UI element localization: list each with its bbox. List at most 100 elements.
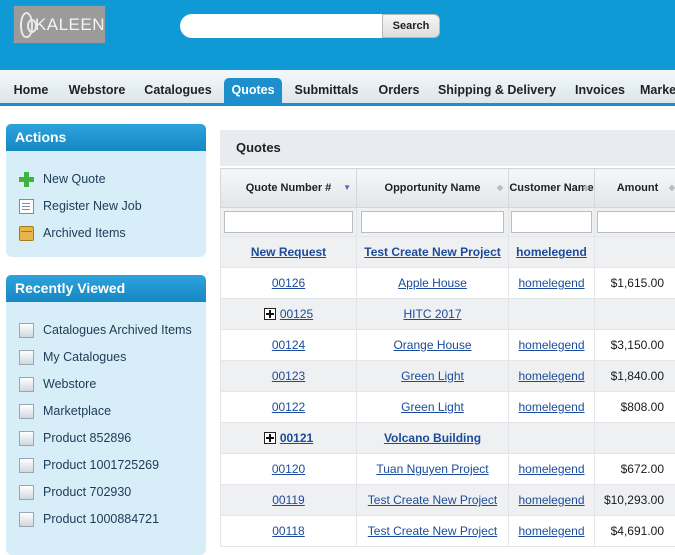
expand-plus-icon[interactable] bbox=[264, 432, 276, 444]
quote-number-link[interactable]: 00124 bbox=[272, 338, 305, 352]
customer-link[interactable]: homelegend bbox=[518, 338, 584, 352]
opportunity-link[interactable]: HITC 2017 bbox=[403, 307, 461, 321]
opportunity-link[interactable]: Green Light bbox=[401, 369, 464, 383]
customer-filter[interactable] bbox=[511, 211, 592, 233]
quotes-table: Quote Number # ▼ Opportunity Name◆ Custom… bbox=[220, 168, 675, 547]
recent-item-label: Catalogues Archived Items bbox=[43, 323, 192, 337]
filter-cell bbox=[509, 208, 595, 237]
register-new-job-label: Register New Job bbox=[43, 199, 142, 213]
archived-items-link[interactable]: Archived Items bbox=[6, 223, 126, 243]
opportunity-cell: HITC 2017 bbox=[357, 299, 509, 330]
quote-number-cell: 00121 bbox=[221, 423, 357, 454]
tab-submittals[interactable]: Submittals bbox=[289, 78, 364, 106]
customer-link[interactable]: homelegend bbox=[518, 524, 584, 538]
amount-cell: $1,840.00 bbox=[595, 361, 675, 392]
register-icon bbox=[19, 199, 34, 214]
opportunity-link[interactable]: Apple House bbox=[398, 276, 467, 290]
opportunity-link[interactable]: Green Light bbox=[401, 400, 464, 414]
customer-cell: homelegend bbox=[509, 361, 595, 392]
sort-icon[interactable]: ◆ bbox=[669, 183, 675, 192]
recent-item[interactable]: Product 702930 bbox=[6, 482, 131, 502]
tab-webstore[interactable]: Webstore bbox=[62, 78, 132, 106]
opportunity-cell: Apple House bbox=[357, 268, 509, 299]
main-nav: Home Webstore Catalogues Quotes Submitta… bbox=[0, 70, 675, 106]
recent-item[interactable]: Product 1000884721 bbox=[6, 509, 159, 529]
sort-icon[interactable]: ◆ bbox=[583, 183, 589, 192]
recent-item[interactable]: Webstore bbox=[6, 374, 96, 394]
col-amount[interactable]: Amount ◆ bbox=[595, 169, 675, 208]
quote-number-filter[interactable] bbox=[224, 211, 352, 233]
opportunity-filter[interactable] bbox=[361, 211, 504, 233]
table-row: 00120Tuan Nguyen Projecthomelegend$672.0… bbox=[221, 454, 675, 485]
opportunity-cell: Green Light bbox=[357, 361, 509, 392]
opportunity-cell: Green Light bbox=[357, 392, 509, 423]
opportunity-cell: Test Create New Project bbox=[357, 237, 509, 268]
page-icon bbox=[19, 323, 34, 338]
search-button[interactable]: Search bbox=[382, 14, 440, 38]
opportunity-cell: Test Create New Project bbox=[357, 485, 509, 516]
search-input[interactable] bbox=[180, 14, 382, 38]
sort-icon[interactable]: ◆ bbox=[497, 183, 503, 192]
col-opportunity-name[interactable]: Opportunity Name◆ bbox=[357, 169, 509, 208]
quote-number-link[interactable]: 00123 bbox=[272, 369, 305, 383]
page-icon bbox=[19, 350, 34, 365]
expand-plus-icon[interactable] bbox=[264, 308, 276, 320]
tab-orders[interactable]: Orders bbox=[371, 78, 427, 106]
table-row: New Request Test Create New Project homele… bbox=[221, 237, 675, 268]
actions-panel: Actions New Quote Register New Job Archi… bbox=[6, 124, 206, 257]
customer-link[interactable]: homelegend bbox=[518, 369, 584, 383]
quote-number-link[interactable]: 00121 bbox=[280, 431, 313, 445]
tab-quotes[interactable]: Quotes bbox=[224, 78, 282, 106]
recently-viewed-panel: Recently Viewed Catalogues Archived Item… bbox=[6, 275, 206, 555]
quote-number-link[interactable]: New Request bbox=[251, 245, 326, 259]
register-new-job-link[interactable]: Register New Job bbox=[6, 196, 142, 216]
opportunity-link[interactable]: Test Create New Project bbox=[368, 524, 497, 538]
recent-item-label: Product 702930 bbox=[43, 485, 131, 499]
tab-invoices[interactable]: Invoices bbox=[568, 78, 632, 106]
recent-item[interactable]: My Catalogues bbox=[6, 347, 126, 367]
tab-shipping-delivery[interactable]: Shipping & Delivery bbox=[434, 78, 560, 106]
quote-number-link[interactable]: 00120 bbox=[272, 462, 305, 476]
table-row: 00121 Volcano Building bbox=[221, 423, 675, 454]
kaleen-logo[interactable]: KALEEN bbox=[13, 5, 106, 44]
table-row: 00122Green Lighthomelegend$808.00 bbox=[221, 392, 675, 423]
opportunity-cell: Volcano Building bbox=[357, 423, 509, 454]
tab-catalogues[interactable]: Catalogues bbox=[139, 78, 217, 106]
filter-cell bbox=[357, 208, 509, 237]
col-amount-label: Amount bbox=[617, 182, 659, 194]
amount-filter[interactable] bbox=[597, 211, 675, 233]
customer-cell: homelegend bbox=[509, 485, 595, 516]
customer-link[interactable]: homelegend bbox=[518, 493, 584, 507]
page-icon bbox=[19, 404, 34, 419]
recent-item[interactable]: Product 1001725269 bbox=[6, 455, 159, 475]
recent-item[interactable]: Product 852896 bbox=[6, 428, 131, 448]
recent-item[interactable]: Marketplace bbox=[6, 401, 111, 421]
col-customer-name[interactable]: Customer Name◆ bbox=[509, 169, 595, 208]
col-quote-number-label: Quote Number # bbox=[246, 182, 332, 194]
opportunity-link[interactable]: Test Create New Project bbox=[368, 493, 497, 507]
top-header: KALEEN Search bbox=[0, 0, 675, 70]
opportunity-link[interactable]: Test Create New Project bbox=[364, 245, 501, 259]
recent-item[interactable]: Catalogues Archived Items bbox=[6, 320, 192, 340]
customer-link[interactable]: homelegend bbox=[516, 245, 587, 259]
col-quote-number[interactable]: Quote Number # ▼ bbox=[221, 169, 357, 208]
quote-number-link[interactable]: 00125 bbox=[280, 307, 313, 321]
recent-item-label: Webstore bbox=[43, 377, 96, 391]
quote-number-link[interactable]: 00126 bbox=[272, 276, 305, 290]
customer-link[interactable]: homelegend bbox=[518, 276, 584, 290]
tab-home[interactable]: Home bbox=[5, 78, 57, 106]
quote-number-link[interactable]: 00118 bbox=[272, 524, 304, 538]
quote-number-link[interactable]: 00122 bbox=[272, 400, 305, 414]
customer-link[interactable]: homelegend bbox=[518, 462, 584, 476]
sort-desc-icon[interactable]: ▼ bbox=[343, 183, 351, 192]
opportunity-link[interactable]: Tuan Nguyen Project bbox=[376, 462, 488, 476]
quote-number-cell: 00122 bbox=[221, 392, 357, 423]
quote-number-link[interactable]: 00119 bbox=[272, 493, 304, 507]
new-quote-link[interactable]: New Quote bbox=[6, 169, 106, 189]
customer-link[interactable]: homelegend bbox=[518, 400, 584, 414]
quote-number-cell: 00120 bbox=[221, 454, 357, 485]
page-title: Quotes bbox=[220, 130, 675, 166]
tab-marketplace[interactable]: Marke bbox=[640, 78, 675, 106]
opportunity-link[interactable]: Volcano Building bbox=[384, 431, 481, 445]
opportunity-link[interactable]: Orange House bbox=[393, 338, 471, 352]
